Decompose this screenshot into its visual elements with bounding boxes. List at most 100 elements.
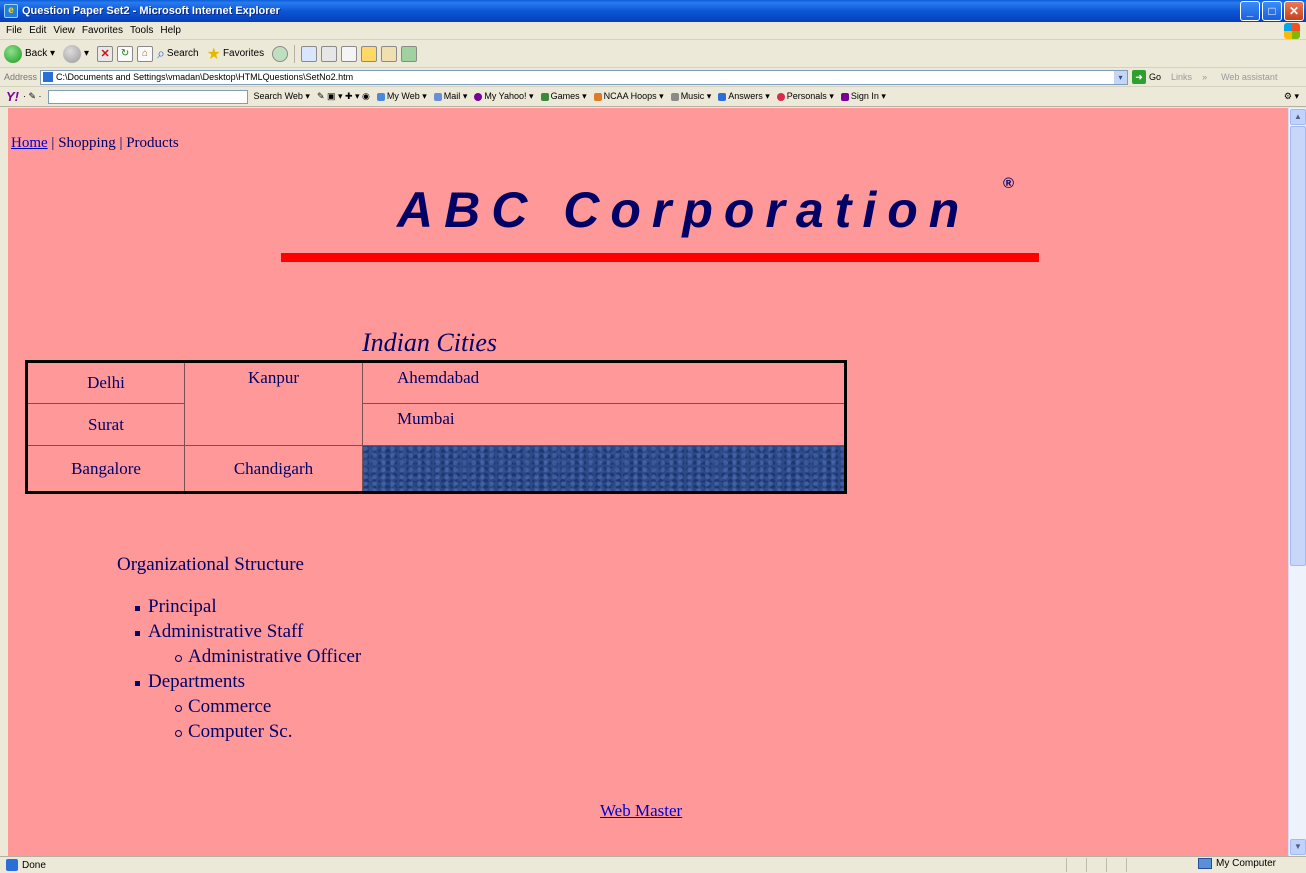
webmaster-link[interactable]: Web Master — [600, 801, 682, 821]
menu-edit[interactable]: Edit — [29, 25, 46, 36]
status-bar: Done My Computer — [0, 856, 1306, 873]
web-assistant-label[interactable]: Web assistant — [1221, 72, 1277, 82]
menu-file[interactable]: File — [6, 25, 22, 36]
back-arrow-icon — [4, 44, 22, 63]
search-label: Search — [166, 48, 199, 59]
scroll-up-arrow-icon[interactable]: ▲ — [1290, 109, 1306, 125]
nav-separator: | — [115, 135, 127, 151]
minimize-button[interactable]: _ — [1240, 1, 1260, 21]
maximize-button[interactable]: □ — [1262, 1, 1282, 21]
top-nav: Home | Shopping | Products — [11, 135, 179, 152]
menu-favorites[interactable]: Favorites — [82, 25, 123, 36]
search-button[interactable]: ⌕ Search — [157, 45, 199, 62]
list-item: Administrative Staff Administrative Offi… — [132, 619, 361, 669]
scroll-thumb[interactable] — [1290, 126, 1306, 566]
back-label: Back — [25, 48, 48, 59]
yahoo-tools-icons[interactable]: ✎ ▣ ▾ ✚ ▾ ◉ — [317, 91, 370, 102]
close-button[interactable]: ✕ — [1284, 1, 1304, 21]
cell-bangalore: Bangalore — [26, 445, 185, 493]
yahoo-logo[interactable]: Y! — [6, 89, 19, 104]
mail-icon[interactable] — [301, 45, 318, 62]
yahoo-games[interactable]: Games ▾ — [540, 91, 587, 102]
vertical-scrollbar[interactable]: ▲ ▼ — [1288, 108, 1306, 856]
home-icon[interactable]: ⌂ — [137, 45, 154, 62]
list-item: Administrative Officer — [172, 644, 361, 669]
nav-separator: | — [47, 135, 59, 151]
favorites-label: Favorites — [222, 48, 265, 59]
nav-products: Products — [126, 135, 179, 151]
internet-explorer-icon: e — [4, 4, 18, 18]
yahoo-my-yahoo[interactable]: My Yahoo! ▾ — [474, 91, 534, 102]
address-bar: Address C:\Documents and Settings\vmadan… — [0, 68, 1306, 87]
cell-mumbai: Mumbai — [362, 403, 846, 446]
print-icon[interactable] — [321, 45, 338, 62]
toolbar-separator — [294, 44, 296, 63]
menu-tools[interactable]: Tools — [130, 25, 153, 36]
table-caption: Indian Cities — [362, 328, 498, 357]
yahoo-personals[interactable]: Personals ▾ — [776, 91, 834, 102]
windows-logo-icon — [1284, 23, 1300, 39]
chevron-right-icon[interactable]: » — [1202, 72, 1207, 82]
status-panels — [1066, 858, 1146, 872]
yahoo-search-input[interactable] — [47, 89, 248, 104]
square-bullet-icon — [135, 631, 140, 636]
horizontal-rule — [281, 253, 1039, 262]
page-icon — [6, 859, 18, 871]
go-label: Go — [1149, 72, 1162, 82]
org-structure-title: Organizational Structure — [117, 554, 304, 575]
go-arrow-icon: ➜ — [1132, 70, 1147, 84]
square-bullet-icon — [135, 606, 140, 611]
menu-bar: File Edit View Favorites Tools Help — [0, 22, 1306, 40]
yahoo-my-web[interactable]: My Web ▾ — [376, 91, 427, 102]
scroll-down-arrow-icon[interactable]: ▼ — [1290, 839, 1306, 855]
yahoo-ncaa-hoops[interactable]: NCAA Hoops ▾ — [593, 91, 664, 102]
circle-bullet-icon — [175, 730, 182, 737]
nav-home-link[interactable]: Home — [11, 135, 48, 151]
messenger-icon[interactable] — [401, 45, 418, 62]
menu-view[interactable]: View — [53, 25, 75, 36]
history-icon[interactable] — [272, 45, 289, 62]
pencil-icon[interactable]: · ✎ · — [23, 91, 42, 102]
yahoo-options-icon[interactable]: ⚙ ▾ — [1284, 91, 1299, 102]
search-icon: ⌕ — [157, 45, 165, 61]
folder-icon[interactable] — [361, 45, 378, 62]
yahoo-mail[interactable]: Mail ▾ — [433, 91, 467, 102]
research-icon[interactable] — [381, 45, 398, 62]
refresh-icon[interactable]: ↻ — [117, 45, 134, 62]
list-item: Commerce — [172, 694, 361, 719]
yahoo-music[interactable]: Music ▾ — [670, 91, 711, 102]
window-controls: _ □ ✕ — [1240, 1, 1304, 21]
yahoo-search-web[interactable]: Search Web ▾ — [254, 91, 310, 102]
circle-bullet-icon — [175, 705, 182, 712]
yahoo-answers[interactable]: Answers ▾ — [718, 91, 770, 102]
edit-icon[interactable] — [341, 45, 358, 62]
computer-icon — [1197, 858, 1212, 869]
chevron-down-icon[interactable]: ▾ — [1114, 70, 1128, 84]
cell-ahemdabad: Ahemdabad — [362, 361, 846, 404]
window-title-bar: e Question Paper Set2 - Microsoft Intern… — [0, 0, 1306, 22]
links-label[interactable]: Links — [1171, 72, 1192, 82]
chevron-down-icon[interactable]: ▾ — [47, 48, 55, 59]
stop-icon[interactable]: ✕ — [97, 45, 114, 62]
cities-table: Delhi Kanpur Ahemdabad Surat Mumbai Bang… — [25, 360, 847, 494]
address-label: Address — [4, 72, 38, 82]
cell-delhi: Delhi — [26, 361, 185, 404]
back-button[interactable]: Back ▾ — [4, 44, 55, 63]
menu-help[interactable]: Help — [160, 25, 181, 36]
favorites-button[interactable]: ★ Favorites — [207, 44, 264, 64]
sub-list: Commerce Computer Sc. — [148, 694, 361, 744]
forward-arrow-icon — [63, 44, 82, 63]
forward-button[interactable]: ▾ — [63, 44, 89, 63]
star-icon: ★ — [206, 45, 221, 63]
circle-bullet-icon — [175, 655, 182, 662]
go-button[interactable]: ➜ Go — [1132, 70, 1161, 84]
cell-kanpur: Kanpur — [184, 361, 363, 446]
address-input[interactable]: C:\Documents and Settings\vmadan\Desktop… — [40, 69, 1129, 85]
yahoo-sign-in[interactable]: Sign In ▾ — [840, 91, 886, 102]
window-title: Question Paper Set2 - Microsoft Internet… — [22, 5, 280, 17]
list-item: Departments Commerce Computer Sc. — [132, 669, 361, 744]
zone-label: My Computer — [1215, 858, 1276, 869]
corporation-title: ABC Corporation — [397, 182, 971, 238]
status-text: Done — [22, 859, 46, 871]
chevron-down-icon[interactable]: ▾ — [84, 48, 89, 59]
